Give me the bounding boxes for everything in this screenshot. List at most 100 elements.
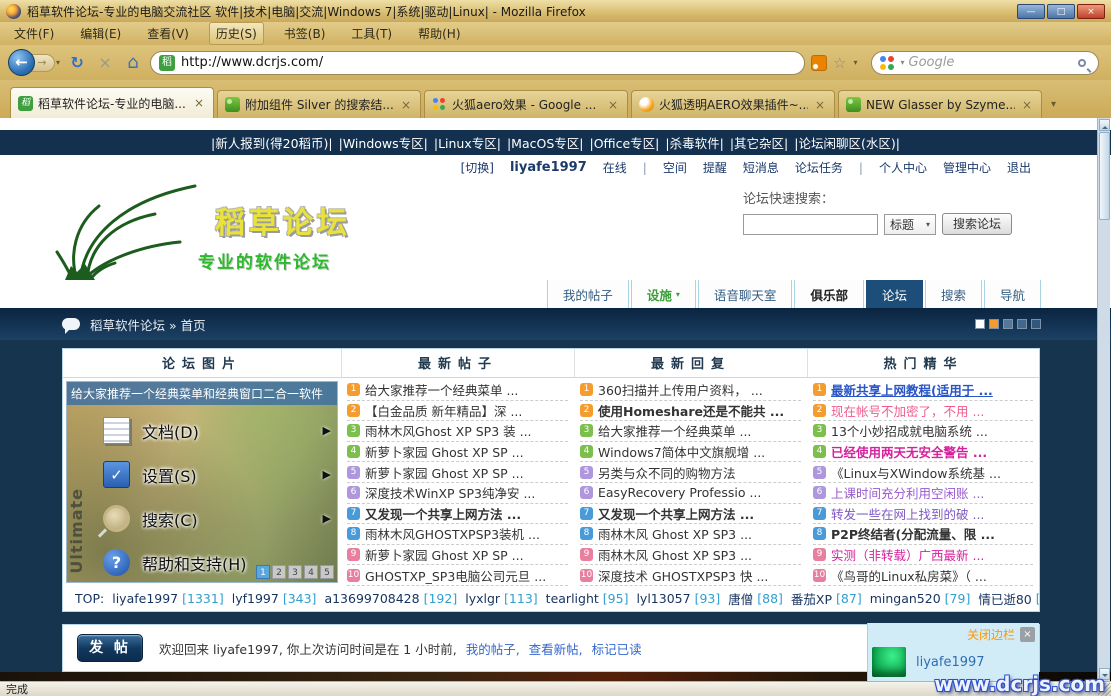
post-link[interactable]: 雨林木风Ghost XP SP3 装 ... bbox=[365, 421, 532, 440]
top-user-name[interactable]: mingan520 bbox=[870, 591, 941, 606]
list-item[interactable]: 9雨林木风 Ghost XP SP3 ... bbox=[580, 545, 801, 566]
url-text[interactable]: http://www.dcrjs.com/ bbox=[181, 55, 323, 70]
nav-link-office[interactable]: |Office专区| bbox=[589, 133, 659, 152]
tab-aero-plugin[interactable]: 火狐透明AERO效果插件~... × bbox=[631, 90, 835, 118]
top-user-name[interactable]: 情已逝80 bbox=[978, 589, 1031, 608]
menu-bookmarks[interactable]: 书签(B) bbox=[278, 23, 332, 44]
post-link[interactable]: 现在帐号不加密了，不用 ... bbox=[831, 401, 984, 420]
link-admin-center[interactable]: 管理中心 bbox=[943, 159, 991, 176]
list-item[interactable]: 5另类与众不同的购物方法 bbox=[580, 462, 801, 483]
post-link[interactable]: 《鸟哥的Linux私房菜》（ ... bbox=[831, 566, 987, 585]
list-item[interactable]: 7转发一些在网上找到的破 ... bbox=[813, 504, 1033, 525]
post-link[interactable]: 新萝卜家园 Ghost XP SP ... bbox=[365, 442, 524, 461]
tab-close-icon[interactable]: × bbox=[1020, 98, 1034, 112]
post-link[interactable]: 给大家推荐一个经典菜单 ... bbox=[598, 421, 751, 440]
list-item[interactable]: 2使用Homeshare还是不能共 ... bbox=[580, 401, 801, 422]
search-box[interactable]: ▾ Google bbox=[871, 51, 1099, 75]
link-notices[interactable]: 提醒 bbox=[703, 159, 727, 176]
vertical-scrollbar[interactable] bbox=[1097, 118, 1110, 681]
list-item[interactable]: 1给大家推荐一个经典菜单 ... bbox=[347, 380, 568, 401]
nav-link-macos[interactable]: |MacOS专区| bbox=[507, 133, 584, 152]
nav-link-windows[interactable]: |Windows专区| bbox=[339, 133, 428, 152]
tab-close-icon[interactable]: × bbox=[606, 98, 620, 112]
post-link[interactable]: 又发现一个共享上网方法 ... bbox=[365, 504, 521, 523]
nav-link-newbie[interactable]: |新人报到(得20稻币)| bbox=[211, 133, 333, 152]
close-sidebar-link[interactable]: 关闭边栏 bbox=[967, 626, 1015, 643]
view-new-posts-link[interactable]: 查看新帖, bbox=[529, 642, 583, 657]
search-input[interactable]: Google bbox=[909, 55, 1075, 70]
tab-close-icon[interactable]: × bbox=[192, 96, 206, 110]
top-user-name[interactable]: lyxlgr bbox=[465, 591, 500, 606]
post-link[interactable]: 深度技术WinXP SP3纯净安 ... bbox=[365, 483, 535, 502]
list-item[interactable]: 5《Linux与XWindow系统基 ... bbox=[813, 462, 1033, 483]
top-user-name[interactable]: liyafe1997 bbox=[112, 591, 178, 606]
style-square[interactable] bbox=[975, 319, 985, 329]
page-1[interactable]: 1 bbox=[256, 565, 270, 579]
page-2[interactable]: 2 bbox=[272, 565, 286, 579]
tab-forum[interactable]: 论坛 bbox=[866, 279, 923, 308]
tab-dcrjs[interactable]: 稻 稻草软件论坛-专业的电脑... × bbox=[10, 87, 214, 118]
forum-search-button[interactable]: 搜索论坛 bbox=[942, 213, 1012, 235]
post-link[interactable]: 雨林木风GHOSTXPSP3装机 ... bbox=[365, 524, 540, 543]
menu-help[interactable]: 帮助(H) bbox=[412, 23, 466, 44]
list-item[interactable]: 1360扫描并上传用户资料， ... bbox=[580, 380, 801, 401]
menu-tools[interactable]: 工具(T) bbox=[345, 23, 398, 44]
list-item[interactable]: 6EasyRecovery Professio ... bbox=[580, 483, 801, 504]
page-4[interactable]: 4 bbox=[304, 565, 318, 579]
post-link[interactable]: Windows7简体中文旗舰增 ... bbox=[598, 442, 765, 461]
post-link[interactable]: 360扫描并上传用户资料， ... bbox=[598, 380, 763, 399]
list-item[interactable]: 8雨林木风 Ghost XP SP3 ... bbox=[580, 524, 801, 545]
link-messages[interactable]: 短消息 bbox=[743, 159, 779, 176]
image-caption[interactable]: 给大家推荐一个经典菜单和经典窗口二合一软件 bbox=[67, 382, 337, 405]
list-item[interactable]: 8雨林木风GHOSTXPSP3装机 ... bbox=[347, 524, 568, 545]
menu-view[interactable]: 查看(V) bbox=[141, 23, 195, 44]
list-item[interactable]: 6深度技术WinXP SP3纯净安 ... bbox=[347, 483, 568, 504]
list-item[interactable]: 2现在帐号不加密了，不用 ... bbox=[813, 401, 1033, 422]
list-item[interactable]: 1最新共享上网教程(适用于 ... bbox=[813, 380, 1033, 401]
stop-button[interactable]: × bbox=[94, 52, 116, 74]
forum-image[interactable]: 给大家推荐一个经典菜单和经典窗口二合一软件 Ultimate 文档(D) ▶ ✓… bbox=[66, 381, 338, 583]
post-link[interactable]: 新萝卜家园 Ghost XP SP ... bbox=[365, 545, 524, 564]
magnifier-icon[interactable] bbox=[1078, 59, 1086, 67]
list-item[interactable]: 9新萝卜家园 Ghost XP SP ... bbox=[347, 545, 568, 566]
top-user-name[interactable]: tearlight bbox=[546, 591, 599, 606]
nav-link-antivirus[interactable]: |杀毒软件| bbox=[665, 133, 723, 152]
post-link[interactable]: 雨林木风 Ghost XP SP3 ... bbox=[598, 524, 752, 543]
list-item[interactable]: 7又发现一个共享上网方法 ... bbox=[580, 504, 801, 525]
nav-link-misc[interactable]: |其它杂区| bbox=[730, 133, 788, 152]
list-item[interactable]: 3给大家推荐一个经典菜单 ... bbox=[580, 421, 801, 442]
url-bar[interactable]: 稻 http://www.dcrjs.com/ bbox=[150, 51, 805, 75]
breadcrumb[interactable]: 稻草软件论坛 » 首页 bbox=[90, 315, 206, 334]
post-link[interactable]: 又发现一个共享上网方法 ... bbox=[598, 504, 754, 523]
post-link[interactable]: GHOSTXP_SP3电脑公司元旦 ... bbox=[365, 566, 546, 585]
list-item[interactable]: 4Windows7简体中文旗舰增 ... bbox=[580, 442, 801, 463]
list-item[interactable]: 7又发现一个共享上网方法 ... bbox=[347, 504, 568, 525]
tab-close-icon[interactable]: × bbox=[399, 98, 413, 112]
top-user-name[interactable]: lyf1997 bbox=[232, 591, 279, 606]
post-link[interactable]: 最新共享上网教程(适用于 ... bbox=[831, 380, 993, 399]
nav-link-chat[interactable]: |论坛闲聊区(水区)| bbox=[794, 133, 900, 152]
post-link[interactable]: 转发一些在网上找到的破 ... bbox=[831, 504, 984, 523]
close-button[interactable]: × bbox=[1077, 4, 1105, 19]
bookmark-caret-icon[interactable]: ▾ bbox=[853, 58, 857, 67]
post-link[interactable]: 【白金品质 新年精品】深 ... bbox=[365, 401, 522, 420]
top-user-name[interactable]: 唐僧 bbox=[728, 589, 753, 608]
top-user-name[interactable]: a13699708428 bbox=[324, 591, 419, 606]
search-engine-caret-icon[interactable]: ▾ bbox=[900, 58, 904, 67]
scroll-up-arrow-icon[interactable] bbox=[1099, 119, 1110, 131]
avatar[interactable] bbox=[872, 647, 906, 677]
switch-account-link[interactable]: [切换] bbox=[461, 159, 494, 176]
post-link[interactable]: 深度技术 GHOSTXPSP3 快 ... bbox=[598, 566, 768, 585]
post-link[interactable]: EasyRecovery Professio ... bbox=[598, 485, 761, 500]
minimize-button[interactable]: — bbox=[1017, 4, 1045, 19]
tab-google-search[interactable]: 火狐aero效果 - Google ... × bbox=[424, 90, 628, 118]
mark-read-link[interactable]: 标记已读 bbox=[592, 642, 642, 657]
list-item[interactable]: 4已经使用两天无安全警告 ... bbox=[813, 442, 1033, 463]
post-link[interactable]: 给大家推荐一个经典菜单 ... bbox=[365, 380, 518, 399]
link-tasks[interactable]: 论坛任务 bbox=[795, 159, 843, 176]
nav-link-linux[interactable]: |Linux专区| bbox=[434, 133, 501, 152]
style-square[interactable] bbox=[989, 319, 999, 329]
top-user-name[interactable]: lyl13057 bbox=[636, 591, 690, 606]
tab-facilities[interactable]: 设施▾ bbox=[631, 279, 696, 308]
refresh-button[interactable]: ↻ bbox=[66, 52, 88, 74]
